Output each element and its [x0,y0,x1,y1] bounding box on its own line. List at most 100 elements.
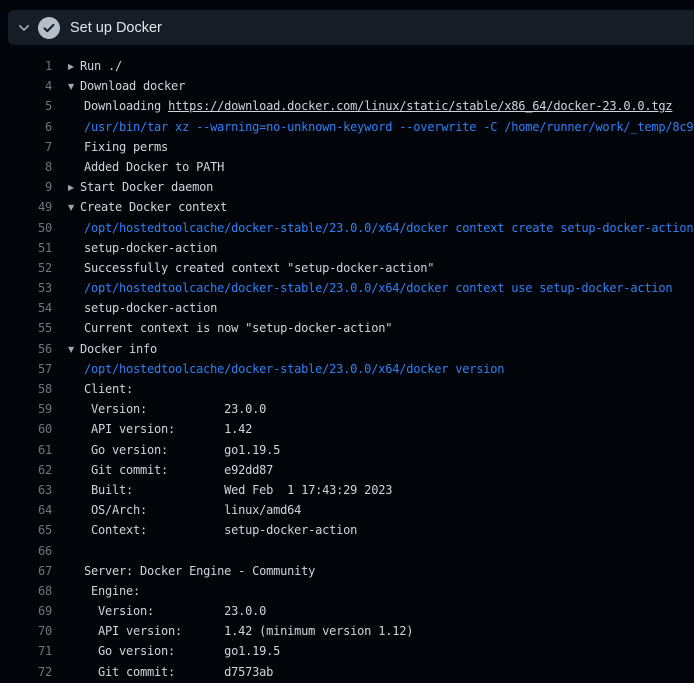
line-number[interactable]: 49 [0,197,52,217]
triangle-right-icon[interactable]: ▶ [68,57,80,76]
log-text: Start Docker daemon [80,180,213,194]
log-line-body: /opt/hostedtoolcache/docker-stable/23.0.… [52,218,694,238]
log-line: 51 setup-docker-action [0,238,694,258]
log-line-body[interactable]: ▶Start Docker daemon [52,177,694,197]
log-line-body: Engine: [52,581,694,601]
log-group-header[interactable]: 9▶Start Docker daemon [0,177,694,197]
chevron-down-icon[interactable] [16,20,32,36]
log-line-body[interactable]: ▼Create Docker context [52,197,694,217]
line-number[interactable]: 52 [0,258,52,278]
actions-log-viewer: Set up Docker 1▶Run ./4▼Download docker5… [0,0,694,683]
log-text: Built: Wed Feb 1 17:43:29 2023 [84,483,392,497]
log-line-body[interactable]: ▼Download docker [52,76,694,96]
line-number[interactable]: 64 [0,500,52,520]
log-link[interactable]: https://download.docker.com/linux/static… [168,99,672,113]
log-line-body: OS/Arch: linux/amd64 [52,500,694,520]
log-output[interactable]: 1▶Run ./4▼Download docker5Downloading ht… [0,45,694,683]
log-text: Client: [84,382,133,396]
log-line-body: Context: setup-docker-action [52,520,694,540]
log-text: API version: 1.42 (minimum version 1.12) [84,624,413,638]
log-line: 67Server: Docker Engine - Community [0,561,694,581]
line-number[interactable]: 68 [0,581,52,601]
log-line: 57/opt/hostedtoolcache/docker-stable/23.… [0,359,694,379]
log-line: 62 Git commit: e92dd87 [0,460,694,480]
line-number[interactable]: 7 [0,137,52,157]
log-line-body: Current context is now "setup-docker-act… [52,318,694,338]
log-group-header[interactable]: 4▼Download docker [0,76,694,96]
triangle-down-icon[interactable]: ▼ [68,340,80,359]
log-line-body: Version: 23.0.0 [52,399,694,419]
log-line-body: Go version: go1.19.5 [52,641,694,661]
log-group-header[interactable]: 56▼Docker info [0,339,694,359]
triangle-right-icon[interactable]: ▶ [68,178,80,197]
log-line: 59 Version: 23.0.0 [0,399,694,419]
log-group-header[interactable]: 1▶Run ./ [0,56,694,76]
line-number[interactable]: 71 [0,641,52,661]
line-number[interactable]: 4 [0,76,52,96]
log-text: Version: 23.0.0 [84,604,266,618]
line-number[interactable]: 70 [0,621,52,641]
log-group-header[interactable]: 49▼Create Docker context [0,197,694,217]
log-line-body: Successfully created context "setup-dock… [52,258,694,278]
log-line: 58 Client: [0,379,694,399]
log-line: 8Added Docker to PATH [0,157,694,177]
log-line: 7Fixing perms [0,137,694,157]
line-number[interactable]: 66 [0,541,52,561]
log-line-body: Fixing perms [52,137,694,157]
log-text: Git commit: d7573ab [84,665,273,679]
log-line: 72 Git commit: d7573ab [0,662,694,682]
line-number[interactable]: 61 [0,440,52,460]
line-number[interactable]: 63 [0,480,52,500]
line-number[interactable]: 6 [0,117,52,137]
line-number[interactable]: 54 [0,298,52,318]
log-text: Git commit: e92dd87 [84,463,273,477]
log-line: 53/opt/hostedtoolcache/docker-stable/23.… [0,278,694,298]
log-line-body[interactable]: ▼Docker info [52,339,694,359]
log-line: 71 Go version: go1.19.5 [0,641,694,661]
line-number[interactable]: 9 [0,177,52,197]
line-number[interactable]: 1 [0,56,52,76]
log-text: Docker info [80,342,157,356]
line-number[interactable]: 60 [0,419,52,439]
log-line-body[interactable]: ▶Run ./ [52,56,694,76]
log-line-body: Built: Wed Feb 1 17:43:29 2023 [52,480,694,500]
log-text: Successfully created context "setup-dock… [84,261,434,275]
log-line-body: API version: 1.42 (minimum version 1.12) [52,621,694,641]
log-line-body: Git commit: d7573ab [52,662,694,682]
log-text: Current context is now "setup-docker-act… [84,321,392,335]
line-number[interactable]: 56 [0,339,52,359]
line-number[interactable]: 59 [0,399,52,419]
command-text: /opt/hostedtoolcache/docker-stable/23.0.… [84,281,672,295]
line-number[interactable]: 50 [0,218,52,238]
log-text: Run ./ [80,59,122,73]
log-text: setup-docker-action [84,241,217,255]
log-text: Context: setup-docker-action [84,523,357,537]
step-header[interactable]: Set up Docker [8,10,694,45]
line-number[interactable]: 53 [0,278,52,298]
log-line: 63 Built: Wed Feb 1 17:43:29 2023 [0,480,694,500]
log-line-body: Go version: go1.19.5 [52,440,694,460]
line-number[interactable]: 67 [0,561,52,581]
log-line-body: Git commit: e92dd87 [52,460,694,480]
log-line-body: Client: [52,379,694,399]
line-number[interactable]: 65 [0,520,52,540]
line-number[interactable]: 55 [0,318,52,338]
log-text: OS/Arch: linux/amd64 [84,503,301,517]
line-number[interactable]: 8 [0,157,52,177]
line-number[interactable]: 72 [0,662,52,682]
log-line: 54setup-docker-action [0,298,694,318]
log-line-body: setup-docker-action [52,238,694,258]
line-number[interactable]: 57 [0,359,52,379]
line-number[interactable]: 62 [0,460,52,480]
log-line: 65 Context: setup-docker-action [0,520,694,540]
log-line-body: Downloading https://download.docker.com/… [52,96,694,116]
line-number[interactable]: 58 [0,379,52,399]
line-number[interactable]: 51 [0,238,52,258]
triangle-down-icon[interactable]: ▼ [68,198,80,217]
triangle-down-icon[interactable]: ▼ [68,77,80,96]
log-line: 70 API version: 1.42 (minimum version 1.… [0,621,694,641]
line-number[interactable]: 5 [0,96,52,116]
log-text: Go version: go1.19.5 [84,443,280,457]
line-number[interactable]: 69 [0,601,52,621]
log-text: Version: 23.0.0 [84,402,266,416]
